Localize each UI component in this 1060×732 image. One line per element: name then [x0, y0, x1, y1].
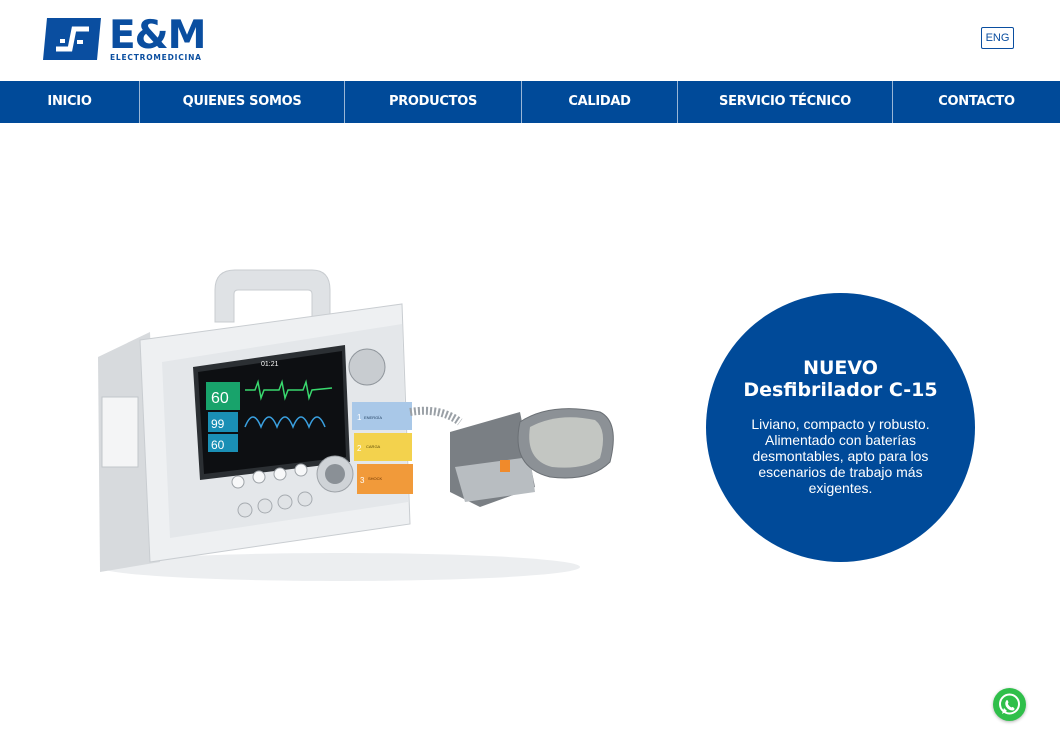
panel-num-2: 2	[357, 444, 362, 453]
panel-step-energia: ENERGÍA	[364, 415, 382, 420]
nav-item-productos[interactable]: PRODUCTOS	[345, 81, 522, 123]
nav-item-calidad[interactable]: CALIDAD	[522, 81, 678, 123]
language-button[interactable]: ENG	[981, 27, 1014, 49]
defibrillator-image: 01:21 60 99 60 1 ENERGÍA 2 CARGA 3 SHOCK	[98, 269, 614, 581]
screen-spo2: 99	[211, 417, 225, 431]
site-header: E&M ELECTROMEDICINA ENG	[0, 0, 1060, 81]
promo-title-line1: NUEVO	[803, 357, 878, 379]
promo-title: NUEVO Desfibrilador C-15	[706, 357, 975, 401]
panel-num-3: 3	[360, 476, 365, 485]
nav-item-contacto[interactable]: CONTACTO	[893, 81, 1060, 123]
nav-item-inicio[interactable]: INICIO	[0, 81, 140, 123]
panel-step-carga: CARGA	[366, 444, 381, 449]
promo-circle[interactable]: NUEVO Desfibrilador C-15 Liviano, compac…	[706, 293, 975, 562]
promo-description: Liviano, compacto y robusto. Alimentado …	[751, 416, 930, 496]
screen-hr: 60	[211, 390, 229, 407]
brand-subtitle: ELECTROMEDICINA	[110, 53, 202, 62]
brand-logo[interactable]: E&M ELECTROMEDICINA	[43, 13, 208, 64]
logo-mark-icon	[43, 18, 101, 60]
whatsapp-button[interactable]	[993, 688, 1026, 721]
promo-title-line2: Desfibrilador C-15	[743, 379, 938, 401]
nav-item-servicio-tecnico[interactable]: SERVICIO TÉCNICO	[678, 81, 893, 123]
panel-step-shock: SHOCK	[368, 476, 383, 481]
main-nav: INICIO QUIENES SOMOS PRODUCTOS CALIDAD S…	[0, 81, 1060, 123]
screen-pulse: 60	[211, 438, 225, 452]
panel-num-1: 1	[357, 413, 362, 422]
screen-time: 01:21	[261, 361, 279, 368]
brand-name: E&M	[109, 13, 206, 58]
nav-item-quienes-somos[interactable]: QUIENES SOMOS	[140, 81, 345, 123]
whatsapp-icon	[999, 693, 1020, 715]
